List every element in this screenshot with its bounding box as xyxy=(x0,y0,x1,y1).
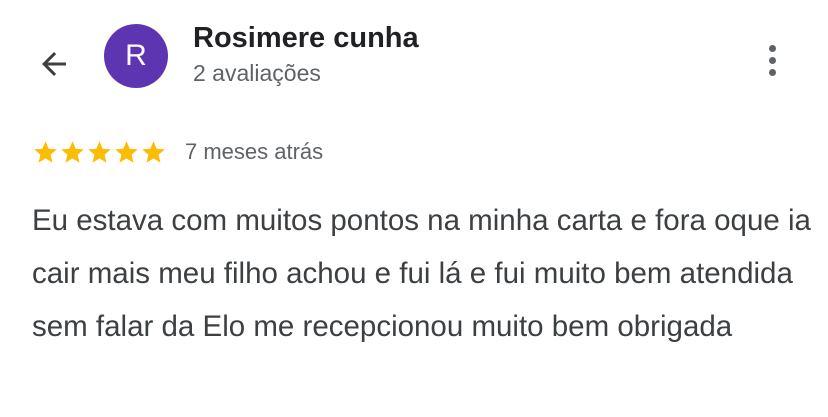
avatar-initial: R xyxy=(125,39,147,72)
back-button[interactable] xyxy=(30,40,78,88)
star-icon xyxy=(142,140,165,163)
review-date: 7 meses atrás xyxy=(185,139,324,164)
review-header: R Rosimere cunha 2 avaliações xyxy=(0,0,828,110)
user-review-count: 2 avaliações xyxy=(193,60,321,86)
arrow-left-icon xyxy=(42,52,66,76)
star-icon xyxy=(115,140,138,163)
rating-row: 7 meses atrás xyxy=(32,136,323,168)
avatar[interactable]: R xyxy=(104,24,168,88)
star-rating xyxy=(32,139,167,166)
more-vertical-icon xyxy=(768,42,776,78)
star-icon xyxy=(88,140,111,163)
more-options-button[interactable] xyxy=(748,36,796,84)
review-text: Eu estava com muitos pontos na minha car… xyxy=(32,204,811,343)
star-icon xyxy=(61,140,84,163)
user-name[interactable]: Rosimere cunha xyxy=(193,22,419,55)
star-icon xyxy=(34,140,57,163)
